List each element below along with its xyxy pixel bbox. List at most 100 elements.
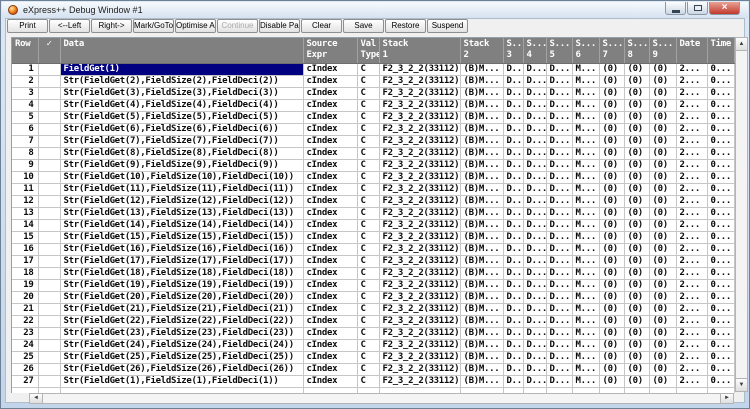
cell-data[interactable]: Str(FieldGet(24),FieldSize(24),FieldDeci… xyxy=(60,340,303,352)
cell-stack_9[interactable]: (0) xyxy=(649,292,676,304)
cell-stack_6[interactable]: M... xyxy=(572,160,599,172)
cell-stack_8[interactable]: (0) xyxy=(624,184,649,196)
cell-stack_6[interactable]: M... xyxy=(572,112,599,124)
cell-date[interactable]: 2... xyxy=(676,220,707,232)
cell-stack_5[interactable]: D... xyxy=(546,232,572,244)
cell-stack_8[interactable]: (0) xyxy=(624,244,649,256)
cell-stack_2[interactable]: (B)M... xyxy=(460,328,503,340)
cell-stack_9[interactable]: (0) xyxy=(649,304,676,316)
cell-stack_5[interactable]: D... xyxy=(546,268,572,280)
cell-stack_8[interactable]: (0) xyxy=(624,112,649,124)
cell-mark[interactable] xyxy=(38,112,60,124)
cell-val_type[interactable]: C xyxy=(357,268,379,280)
cell-stack_9[interactable]: (0) xyxy=(649,136,676,148)
cell-stack_2[interactable]: (B)M... xyxy=(460,184,503,196)
cell-stack_2[interactable]: (B)M... xyxy=(460,316,503,328)
cell-stack_5[interactable]: D... xyxy=(546,124,572,136)
cell-stack_5[interactable]: D... xyxy=(546,292,572,304)
cell-date[interactable]: 2... xyxy=(676,100,707,112)
cell-time[interactable]: 0... xyxy=(707,328,734,340)
cell-stack_7[interactable]: (0) xyxy=(599,112,624,124)
cell-time[interactable]: 0... xyxy=(707,208,734,220)
cell-stack_4[interactable]: D... xyxy=(523,196,546,208)
vertical-scrollbar[interactable]: ▲ ▼ xyxy=(735,37,748,392)
cell-stack_4[interactable]: D... xyxy=(523,280,546,292)
cell-data[interactable]: Str(FieldGet(23),FieldSize(23),FieldDeci… xyxy=(60,328,303,340)
cell-stack_1[interactable]: F2_3_2_2(33112) xyxy=(379,328,460,340)
cell-val_type[interactable]: C xyxy=(357,160,379,172)
cell-stack_5[interactable]: D... xyxy=(546,196,572,208)
cell-stack_2[interactable]: (B)M... xyxy=(460,100,503,112)
cell-source_expr[interactable]: cIndex xyxy=(303,304,357,316)
cell-time[interactable]: 0... xyxy=(707,364,734,376)
cell-stack_6[interactable]: M... xyxy=(572,232,599,244)
cell-mark[interactable] xyxy=(38,304,60,316)
cell-mark[interactable] xyxy=(38,340,60,352)
cell-stack_8[interactable]: (0) xyxy=(624,340,649,352)
cell-stack_6[interactable]: M... xyxy=(572,184,599,196)
cell-val_type[interactable]: C xyxy=(357,208,379,220)
cell-stack_4[interactable]: D... xyxy=(523,268,546,280)
cell-stack_4[interactable]: D... xyxy=(523,232,546,244)
cell-val_type[interactable]: C xyxy=(357,292,379,304)
cell-stack_7[interactable]: (0) xyxy=(599,172,624,184)
cell-stack_7[interactable]: (0) xyxy=(599,232,624,244)
cell-stack_4[interactable]: D... xyxy=(523,316,546,328)
cell-data[interactable]: Str(FieldGet(6),FieldSize(6),FieldDeci(6… xyxy=(60,124,303,136)
cell-stack_3[interactable]: D.. xyxy=(503,136,523,148)
toolbar-button-print[interactable]: Print xyxy=(7,19,48,33)
cell-source_expr[interactable]: cIndex xyxy=(303,364,357,376)
cell-stack_2[interactable]: (B)M... xyxy=(460,76,503,88)
cell-time[interactable]: 0... xyxy=(707,88,734,100)
cell-mark[interactable] xyxy=(38,64,60,76)
cell-stack_2[interactable]: (B)M... xyxy=(460,160,503,172)
cell-stack_7[interactable]: (0) xyxy=(599,160,624,172)
cell-val_type[interactable]: C xyxy=(357,364,379,376)
cell-stack_2[interactable]: (B)M... xyxy=(460,172,503,184)
cell-stack_7[interactable]: (0) xyxy=(599,208,624,220)
cell-stack_9[interactable]: (0) xyxy=(649,364,676,376)
cell-stack_9[interactable]: (0) xyxy=(649,376,676,388)
cell-source_expr[interactable]: cIndex xyxy=(303,256,357,268)
toolbar-button-right[interactable]: Right-> xyxy=(91,19,132,33)
cell-stack_5[interactable]: D... xyxy=(546,172,572,184)
cell-stack_7[interactable]: (0) xyxy=(599,88,624,100)
cell-time[interactable]: 0... xyxy=(707,148,734,160)
cell-stack_9[interactable]: (0) xyxy=(649,148,676,160)
cell-stack_3[interactable]: D.. xyxy=(503,124,523,136)
cell-mark[interactable] xyxy=(38,364,60,376)
cell-val_type[interactable]: C xyxy=(357,256,379,268)
cell-stack_5[interactable]: D... xyxy=(546,328,572,340)
cell-source_expr[interactable]: cIndex xyxy=(303,148,357,160)
cell-data[interactable]: Str(FieldGet(9),FieldSize(9),FieldDeci(9… xyxy=(60,160,303,172)
cell-time[interactable]: 0... xyxy=(707,124,734,136)
cell-stack_1[interactable]: F2_3_2_2(33112) xyxy=(379,244,460,256)
cell-stack_4[interactable]: D... xyxy=(523,88,546,100)
cell-stack_7[interactable]: (0) xyxy=(599,124,624,136)
cell-mark[interactable] xyxy=(38,328,60,340)
cell-stack_7[interactable]: (0) xyxy=(599,220,624,232)
cell-stack_8[interactable]: (0) xyxy=(624,208,649,220)
cell-data[interactable]: Str(FieldGet(12),FieldSize(12),FieldDeci… xyxy=(60,196,303,208)
cell-date[interactable]: 2... xyxy=(676,160,707,172)
cell-stack_4[interactable]: D... xyxy=(523,352,546,364)
cell-stack_1[interactable]: F2_3_2_2(33112) xyxy=(379,196,460,208)
cell-stack_2[interactable]: (B)M... xyxy=(460,88,503,100)
cell-stack_1[interactable]: F2_3_2_2(33112) xyxy=(379,316,460,328)
cell-date[interactable]: 2... xyxy=(676,76,707,88)
cell-stack_6[interactable]: M... xyxy=(572,256,599,268)
cell-stack_8[interactable]: (0) xyxy=(624,304,649,316)
cell-stack_6[interactable]: M... xyxy=(572,196,599,208)
cell-stack_2[interactable]: (B)M... xyxy=(460,208,503,220)
cell-stack_7[interactable]: (0) xyxy=(599,244,624,256)
cell-stack_6[interactable]: M... xyxy=(572,148,599,160)
cell-time[interactable]: 0... xyxy=(707,184,734,196)
cell-stack_3[interactable]: D.. xyxy=(503,244,523,256)
cell-stack_9[interactable]: (0) xyxy=(649,196,676,208)
cell-stack_5[interactable]: D... xyxy=(546,340,572,352)
cell-source_expr[interactable]: cIndex xyxy=(303,184,357,196)
cell-val_type[interactable]: C xyxy=(357,304,379,316)
cell-data[interactable]: Str(FieldGet(21),FieldSize(21),FieldDeci… xyxy=(60,304,303,316)
cell-stack_7[interactable]: (0) xyxy=(599,100,624,112)
cell-stack_4[interactable]: D... xyxy=(523,76,546,88)
